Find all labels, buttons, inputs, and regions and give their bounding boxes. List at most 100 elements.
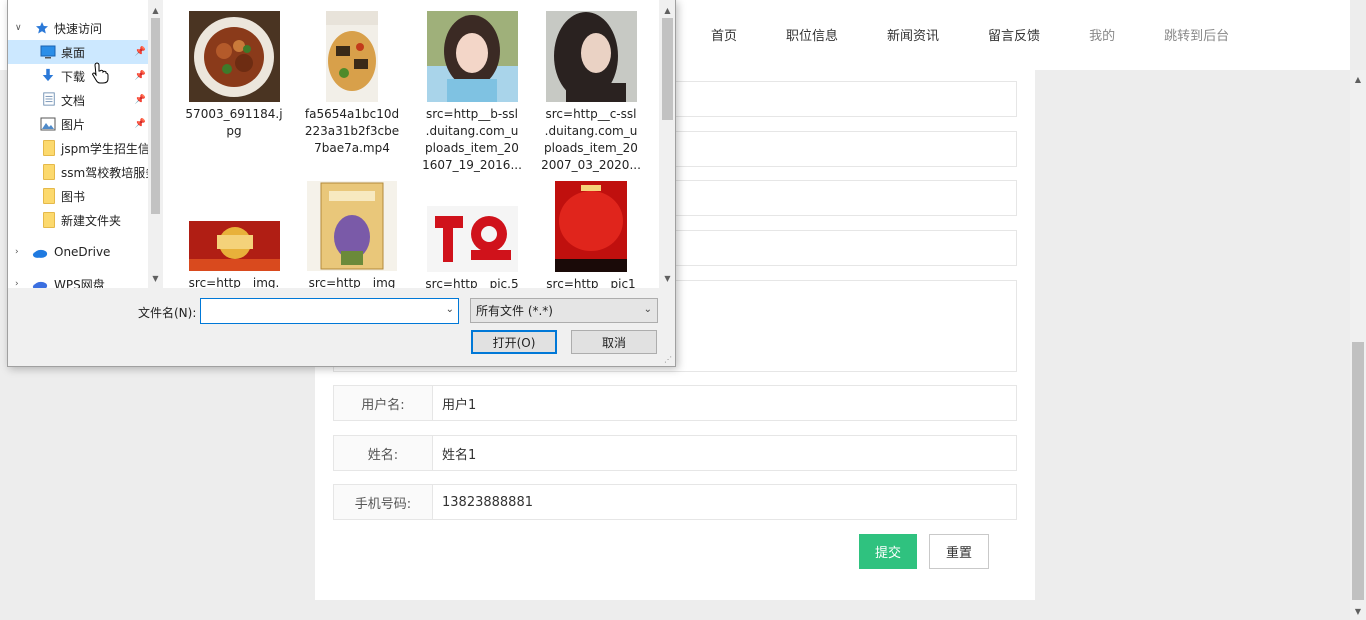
form-row-phone: 手机号码: 13823888881 xyxy=(333,484,1017,520)
chevron-down-icon[interactable]: ⌄ xyxy=(644,304,652,315)
resize-grip-icon[interactable]: ⋰ xyxy=(664,355,672,364)
tree-quick-access[interactable]: ∨ 快速访问 xyxy=(8,16,148,40)
nav-jobs[interactable]: 职位信息 xyxy=(786,25,838,44)
pin-icon: 📌 xyxy=(134,95,146,105)
username-field[interactable]: 用户1 xyxy=(433,386,1016,420)
file-item[interactable]: src=http__b-ssl .duitang.com_u ploads_it… xyxy=(417,11,527,174)
navigation-scrollbar[interactable]: ▲ ▼ xyxy=(148,0,163,288)
page-scrollbar[interactable]: ▲ ▼ xyxy=(1350,70,1366,620)
file-list: 57003_691184.j pg fa5654a1bc10d 223a31b2… xyxy=(163,0,659,288)
nav-admin[interactable]: 跳转到后台 xyxy=(1164,25,1229,44)
document-icon xyxy=(43,92,55,106)
file-item[interactable]: src=http__pic1 xyxy=(536,181,646,288)
pin-icon: 📌 xyxy=(134,71,146,81)
file-name-line: pg xyxy=(226,124,242,138)
file-open-dialog: ∨ 快速访问 桌面 📌 下载 📌 文档 📌 图片 📌 jspm学生招生信 ssm… xyxy=(7,0,676,367)
file-list-scrollbar[interactable]: ▲ ▼ xyxy=(659,0,675,288)
tree-item-downloads[interactable]: 下载 📌 xyxy=(8,64,148,88)
book-cover-thumbnail xyxy=(307,181,397,271)
tree-item-label: ssm驾校教培服务 xyxy=(61,165,148,180)
nav-feedback[interactable]: 留言反馈 xyxy=(988,25,1040,44)
food-photo-thumbnail xyxy=(188,11,280,102)
file-name-line: 1607_19_2016... xyxy=(422,158,522,172)
page-scrollbar-thumb[interactable] xyxy=(1352,342,1364,600)
tree-item-label: jspm学生招生信 xyxy=(61,141,148,156)
chevron-down-icon[interactable]: ▼ xyxy=(660,271,675,285)
download-icon xyxy=(42,68,54,82)
tree-wps[interactable]: › WPS网盘 xyxy=(8,272,148,288)
chevron-right-icon[interactable]: › xyxy=(15,247,19,257)
submit-button[interactable]: 提交 xyxy=(859,534,917,569)
cloud-icon xyxy=(32,281,48,288)
file-name-line: src=http__img. xyxy=(188,276,280,288)
nav-news[interactable]: 新闻资讯 xyxy=(887,25,939,44)
chevron-right-icon[interactable]: › xyxy=(15,279,19,288)
video-thumbnail xyxy=(326,11,378,102)
file-name-line: src=http__pic.5 xyxy=(425,277,519,288)
file-type-select[interactable]: 所有文件 (*.*) ⌄ xyxy=(470,298,658,323)
folder-icon xyxy=(43,140,55,156)
file-name-line: 57003_691184.j xyxy=(185,107,283,121)
file-name-line: 7bae7a.mp4 xyxy=(314,141,390,155)
file-item[interactable]: 57003_691184.j pg xyxy=(179,11,289,140)
chevron-up-icon[interactable]: ▲ xyxy=(660,3,675,17)
file-list-scrollbar-thumb[interactable] xyxy=(662,18,673,120)
file-item[interactable]: src=http__pic.5 xyxy=(417,206,527,288)
file-name-line: src=http__b-ssl xyxy=(426,107,518,121)
file-item[interactable]: src=http__img. xyxy=(179,221,289,288)
file-name-line: 223a31b2f3cbe xyxy=(304,124,400,138)
wps-label: WPS网盘 xyxy=(54,277,105,289)
folder-icon xyxy=(43,188,55,204)
file-name-line: 2007_03_2020... xyxy=(541,158,641,172)
chevron-up-icon[interactable]: ▲ xyxy=(148,3,163,17)
chevron-down-icon[interactable]: ∨ xyxy=(15,23,22,33)
file-type-value: 所有文件 (*.*) xyxy=(476,304,553,318)
pin-icon: 📌 xyxy=(134,47,146,57)
open-button[interactable]: 打开(O) xyxy=(471,330,557,354)
name-field[interactable]: 姓名1 xyxy=(433,436,1016,470)
tree-onedrive[interactable]: › OneDrive xyxy=(8,240,148,264)
scroll-down-icon[interactable]: ▼ xyxy=(1350,604,1366,618)
file-name-line: src=http__pic1 xyxy=(546,277,636,288)
file-item[interactable]: src=http__img xyxy=(297,181,407,288)
scroll-up-icon[interactable]: ▲ xyxy=(1350,72,1366,86)
nav-mine[interactable]: 我的 xyxy=(1089,25,1115,44)
file-item[interactable]: fa5654a1bc10d 223a31b2f3cbe 7bae7a.mp4 xyxy=(297,11,407,157)
hand-cursor-icon xyxy=(92,62,109,84)
file-name-line: ploads_item_20 xyxy=(544,141,638,155)
name-label: 姓名: xyxy=(334,436,433,470)
desktop-icon xyxy=(40,45,56,59)
portrait-photo-thumbnail xyxy=(545,11,637,102)
tree-item-pictures[interactable]: 图片 📌 xyxy=(8,112,148,136)
tree-item-folder-new[interactable]: 新建文件夹 xyxy=(8,208,148,232)
form-row-name: 姓名: 姓名1 xyxy=(333,435,1017,471)
recruit-poster-thumbnail xyxy=(555,181,627,272)
chevron-down-icon[interactable]: ▼ xyxy=(148,271,163,285)
file-name-line: fa5654a1bc10d xyxy=(304,107,400,121)
recruit-logo-thumbnail xyxy=(426,206,518,272)
navigation-pane: ∨ 快速访问 桌面 📌 下载 📌 文档 📌 图片 📌 jspm学生招生信 ssm… xyxy=(8,0,148,288)
nav-home[interactable]: 首页 xyxy=(711,25,737,44)
recruit-banner-thumbnail xyxy=(188,221,280,271)
cancel-button[interactable]: 取消 xyxy=(571,330,657,354)
tree-item-folder-jspm[interactable]: jspm学生招生信 xyxy=(8,136,148,160)
reset-button[interactable]: 重置 xyxy=(929,534,989,569)
folder-icon xyxy=(43,164,55,180)
tree-item-folder-ssm[interactable]: ssm驾校教培服务 xyxy=(8,160,148,184)
tree-item-label: 桌面 xyxy=(61,45,86,60)
folder-icon xyxy=(43,212,55,228)
cloud-icon xyxy=(32,249,48,258)
tree-item-documents[interactable]: 文档 📌 xyxy=(8,88,148,112)
chevron-down-icon[interactable]: ⌄ xyxy=(446,304,454,315)
tree-item-label: 图片 xyxy=(61,117,86,132)
filename-input[interactable]: ⌄ xyxy=(200,298,459,324)
username-label: 用户名: xyxy=(334,386,433,420)
tree-item-folder-books[interactable]: 图书 xyxy=(8,184,148,208)
navigation-scrollbar-thumb[interactable] xyxy=(151,18,160,214)
tree-item-label: 新建文件夹 xyxy=(61,213,122,228)
tree-item-label: 文档 xyxy=(61,93,86,108)
file-item[interactable]: src=http__c-ssl .duitang.com_u ploads_it… xyxy=(536,11,646,174)
tree-item-label: 下载 xyxy=(61,69,86,84)
tree-item-desktop[interactable]: 桌面 📌 xyxy=(8,40,148,64)
phone-field[interactable]: 13823888881 xyxy=(433,485,1016,519)
